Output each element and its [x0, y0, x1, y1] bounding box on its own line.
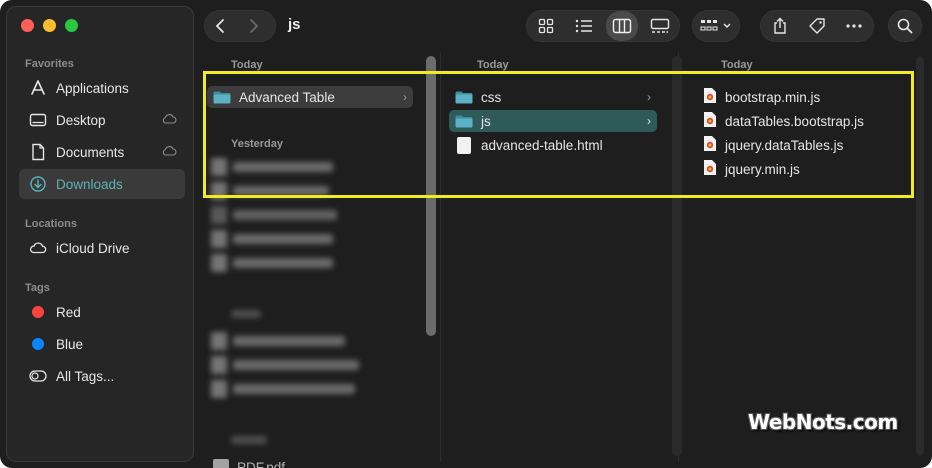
back-button[interactable]	[205, 11, 237, 41]
sidebar-item-label: Downloads	[56, 176, 123, 192]
sidebar-item-label: Blue	[56, 336, 84, 352]
chevron-right-icon	[250, 19, 259, 33]
icon-view-icon	[538, 18, 554, 34]
tag-icon	[809, 18, 825, 34]
toolbar: js	[200, 6, 926, 48]
sidebar: Favorites Applications Desktop Documents	[6, 6, 194, 462]
sidebar-item-label: Red	[56, 304, 81, 320]
red-tag-icon	[32, 306, 44, 318]
section-header: Today	[477, 59, 509, 71]
ellipsis-icon	[846, 24, 862, 28]
list-view-button[interactable]	[568, 11, 600, 41]
view-switcher	[526, 10, 680, 42]
section-header: Today	[231, 59, 263, 71]
pdf-file-icon	[213, 459, 229, 468]
highlight-annotation	[203, 71, 914, 198]
column-view-button[interactable]	[606, 11, 638, 41]
downloads-icon	[29, 175, 47, 193]
sidebar-item-label: Documents	[56, 144, 125, 160]
search-icon	[897, 18, 913, 34]
gallery-view-button[interactable]	[644, 11, 676, 41]
sidebar-item-tag-red[interactable]: Red	[19, 297, 185, 327]
item-name: PDF.pdf	[237, 459, 286, 468]
actions-group	[760, 10, 874, 42]
column-view-icon	[612, 18, 632, 34]
zoom-button[interactable]	[65, 19, 78, 32]
icon-view-button[interactable]	[530, 11, 562, 41]
forward-button[interactable]	[237, 11, 269, 41]
chevron-down-icon	[723, 23, 731, 29]
icloud-status-icon	[161, 145, 177, 160]
watermark-logo: WebNots.com	[748, 410, 898, 434]
chevron-left-icon	[215, 19, 224, 33]
navigation-group	[204, 10, 276, 42]
locations-heading: Locations	[25, 218, 77, 230]
cloud-icon	[29, 239, 47, 257]
favorites-heading: Favorites	[25, 58, 74, 70]
group-by-button[interactable]	[692, 10, 740, 42]
icloud-status-icon	[161, 113, 177, 128]
sidebar-item-label: iCloud Drive	[56, 240, 130, 256]
list-item-pdf[interactable]: PDF.pdf	[207, 456, 413, 468]
blue-tag-icon	[32, 338, 44, 350]
sidebar-item-label: All Tags...	[56, 368, 115, 384]
search-button[interactable]	[888, 10, 922, 42]
sidebar-item-label: Applications	[56, 80, 129, 96]
list-view-icon	[575, 19, 592, 33]
sidebar-item-downloads[interactable]: Downloads	[19, 169, 185, 199]
window-controls	[21, 19, 78, 32]
share-icon	[773, 17, 786, 34]
all-tags-icon	[29, 367, 47, 385]
sidebar-item-all-tags[interactable]: All Tags...	[19, 361, 185, 391]
minimize-button[interactable]	[43, 19, 56, 32]
sidebar-item-documents[interactable]: Documents	[19, 137, 185, 167]
documents-icon	[29, 143, 47, 161]
sidebar-item-label: Desktop	[56, 112, 106, 128]
more-button[interactable]	[838, 11, 870, 41]
sidebar-item-icloud-drive[interactable]: iCloud Drive	[19, 233, 185, 263]
section-header: Today	[721, 59, 753, 71]
close-button[interactable]	[21, 19, 34, 32]
tag-button[interactable]	[801, 11, 833, 41]
share-button[interactable]	[764, 11, 796, 41]
desktop-icon	[29, 111, 47, 129]
group-by-icon	[700, 20, 718, 31]
gallery-view-icon	[650, 18, 670, 33]
finder-window: Favorites Applications Desktop Documents	[0, 0, 932, 468]
applications-icon	[29, 79, 47, 97]
sidebar-item-applications[interactable]: Applications	[19, 73, 185, 103]
sidebar-item-desktop[interactable]: Desktop	[19, 105, 185, 135]
sidebar-item-tag-blue[interactable]: Blue	[19, 329, 185, 359]
column-3-scrollbar[interactable]	[916, 56, 924, 456]
window-title: js	[288, 16, 301, 33]
tags-heading: Tags	[25, 282, 50, 294]
